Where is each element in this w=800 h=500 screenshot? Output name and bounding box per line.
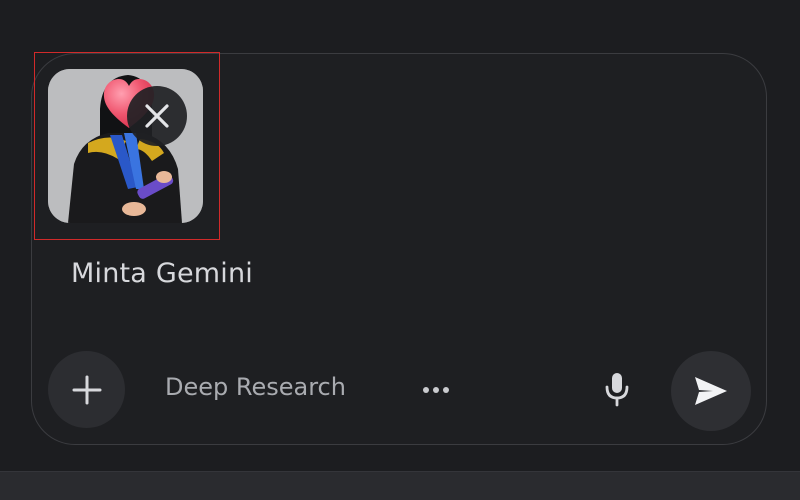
microphone-icon (605, 373, 629, 407)
screen: Minta Gemini Deep Research (0, 0, 800, 500)
send-button[interactable] (671, 351, 751, 431)
prompt-input[interactable]: Minta Gemini (71, 258, 253, 289)
deep-research-button[interactable]: Deep Research (165, 373, 346, 401)
microphone-button[interactable] (597, 369, 637, 411)
send-icon (695, 377, 727, 405)
close-icon (145, 104, 169, 128)
plus-icon (72, 375, 101, 404)
attached-photo (48, 69, 203, 223)
more-options-button[interactable] (418, 372, 454, 408)
add-button[interactable] (48, 351, 125, 428)
remove-attachment-button[interactable] (127, 86, 187, 146)
more-horizontal-icon (423, 387, 449, 393)
attached-image-thumbnail[interactable] (48, 69, 203, 223)
bottom-bar (0, 471, 800, 500)
